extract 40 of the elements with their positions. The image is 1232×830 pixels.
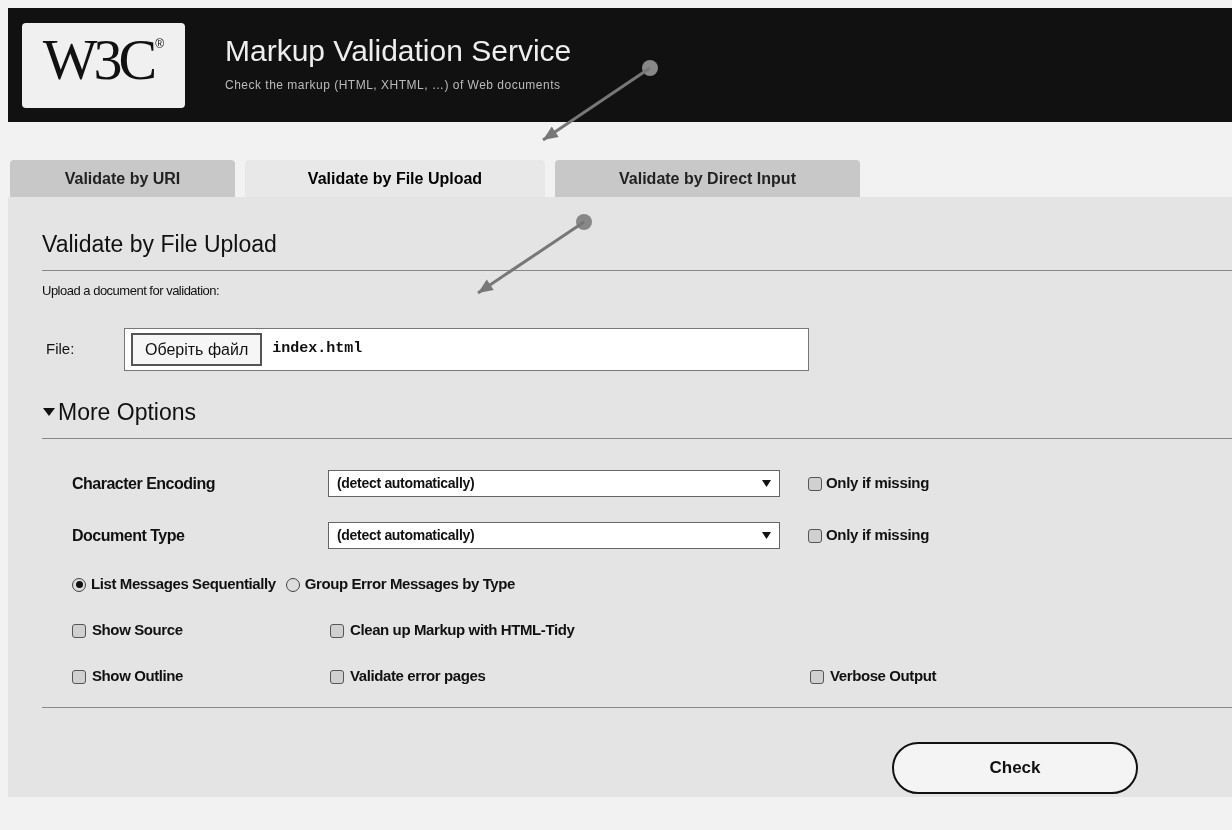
section-heading: Validate by File Upload xyxy=(42,230,278,259)
radio-label: Group Error Messages by Type xyxy=(304,574,515,595)
instruction-text: Upload a document for validation: xyxy=(42,281,221,300)
page-subtitle: Check the markup (HTML, XHTML, …) of Web documents xyxy=(225,77,562,94)
tab[interactable]: Validate by File Upload xyxy=(245,160,545,197)
checkbox[interactable] xyxy=(810,669,824,684)
checkbox-label: Show Source xyxy=(92,620,183,641)
checkbox-label: Clean up Markup with HTML-Tidy xyxy=(350,620,575,641)
logo-text: W3C xyxy=(42,30,154,89)
file-label: File: xyxy=(46,339,76,360)
checkbox-label: Show Outline xyxy=(92,666,184,687)
file-name: index.html xyxy=(272,339,363,360)
caret-icon xyxy=(42,407,56,418)
registered-mark: ® xyxy=(155,35,165,53)
checkbox-label: Validate error pages xyxy=(350,666,486,687)
checkbox[interactable] xyxy=(330,669,344,684)
checkbox[interactable] xyxy=(808,528,822,543)
checkbox-label: Only if missing xyxy=(826,473,930,494)
radio-button[interactable] xyxy=(285,577,300,592)
checkbox[interactable] xyxy=(72,623,86,638)
radio-label: List Messages Sequentially xyxy=(91,574,276,595)
page-title: Markup Validation Service xyxy=(225,36,572,66)
tab[interactable]: Validate by Direct Input xyxy=(555,160,860,197)
checkbox[interactable] xyxy=(72,669,86,684)
dropdown[interactable]: (detect automatically) xyxy=(328,522,780,549)
checkbox[interactable] xyxy=(330,623,344,638)
dropdown-arrow-icon xyxy=(762,480,771,487)
dropdown-arrow-icon xyxy=(762,532,771,539)
option-label: Document Type xyxy=(72,525,186,546)
checkbox-label: Verbose Output xyxy=(830,666,937,687)
radio-button[interactable] xyxy=(72,577,86,592)
file-input[interactable]: Оберіть файл index.html xyxy=(124,328,809,371)
dropdown[interactable]: (detect automatically) xyxy=(328,470,780,497)
checkbox-label: Only if missing xyxy=(826,525,930,546)
more-options-toggle[interactable]: More Options xyxy=(42,395,197,430)
checkbox[interactable] xyxy=(808,476,822,491)
check-button[interactable]: Check xyxy=(892,741,1138,794)
choose-file-button[interactable]: Оберіть файл xyxy=(131,333,263,366)
tab[interactable]: Validate by URI xyxy=(10,160,235,197)
option-label: Character Encoding xyxy=(72,473,217,494)
